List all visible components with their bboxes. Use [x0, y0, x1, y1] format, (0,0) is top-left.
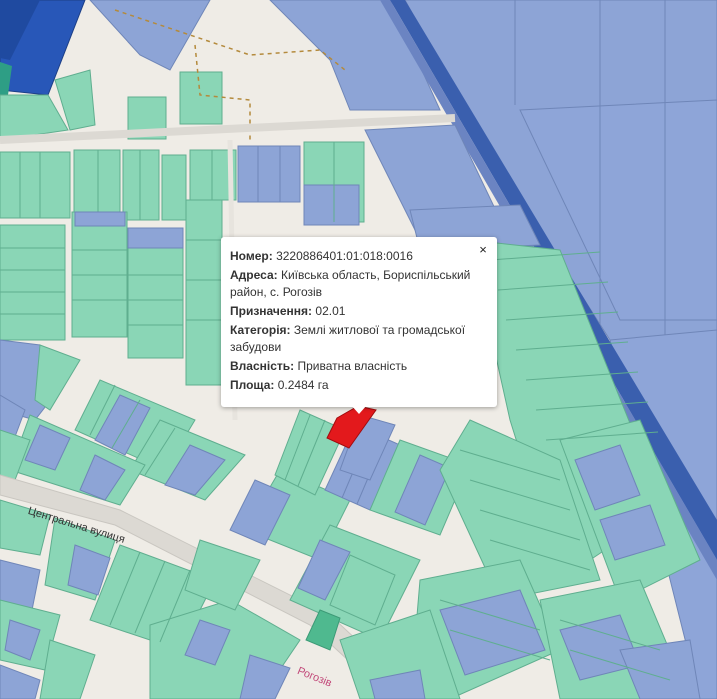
field-purpose: Призначення: 02.01: [230, 304, 346, 318]
field-number: Номер: 3220886401:01:018:0016: [230, 249, 413, 263]
field-area: Площа: 0.2484 га: [230, 378, 329, 392]
parcel-private[interactable]: [179, 71, 223, 125]
popup-tip: [351, 405, 367, 414]
field-ownership: Власність: Приватна власність: [230, 359, 408, 373]
close-icon[interactable]: ×: [476, 243, 490, 257]
field-category: Категорія: Землі житлової та громадської…: [230, 323, 466, 354]
field-address: Адреса: Київська область, Бориспільський…: [230, 268, 471, 299]
parcel-info-popup: × Номер: 3220886401:01:018:0016 Адреса: …: [221, 237, 497, 407]
